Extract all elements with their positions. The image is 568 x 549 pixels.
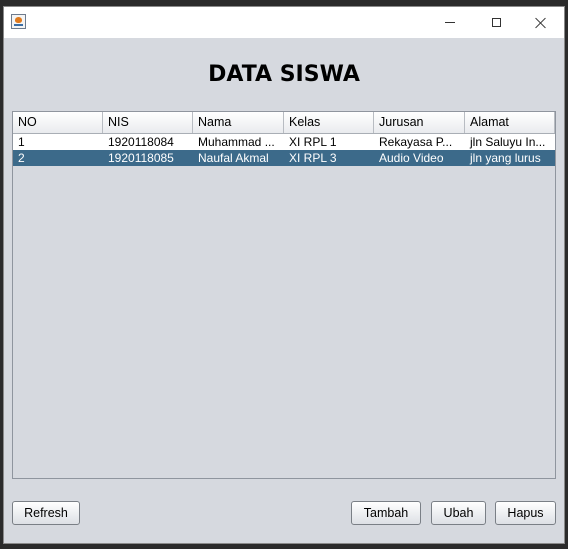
minimize-icon bbox=[445, 22, 455, 23]
cell-alamat: jln yang lurus bbox=[470, 151, 541, 165]
cell-alamat: jln Saluyu In... bbox=[470, 135, 546, 149]
column-header-alamat[interactable]: Alamat bbox=[465, 112, 555, 133]
maximize-icon bbox=[491, 18, 501, 27]
close-icon bbox=[535, 17, 547, 29]
cell-kelas: XI RPL 3 bbox=[289, 151, 337, 165]
page-title: DATA SISWA bbox=[208, 62, 360, 87]
table-header: NO NIS Nama Kelas Jurusan Alamat bbox=[13, 112, 555, 134]
column-header-no[interactable]: NO bbox=[13, 112, 103, 133]
student-table[interactable]: NO NIS Nama Kelas Jurusan Alamat 1 19201… bbox=[12, 111, 556, 479]
hapus-button[interactable]: Hapus bbox=[495, 501, 556, 525]
column-header-jurusan[interactable]: Jurusan bbox=[374, 112, 465, 133]
tambah-button[interactable]: Tambah bbox=[351, 501, 421, 525]
cell-jurusan: Audio Video bbox=[379, 151, 444, 165]
maximize-button[interactable] bbox=[473, 7, 519, 38]
java-cup-icon bbox=[11, 14, 26, 29]
column-header-kelas[interactable]: Kelas bbox=[284, 112, 374, 133]
ubah-button[interactable]: Ubah bbox=[431, 501, 486, 525]
cell-nis: 1920118084 bbox=[108, 135, 174, 149]
app-window: DATA SISWA NO NIS Nama Kelas Jurusan Ala… bbox=[3, 6, 565, 544]
column-header-nama[interactable]: Nama bbox=[193, 112, 284, 133]
cell-nama: Naufal Akmal bbox=[198, 151, 269, 165]
table-row[interactable]: 1 1920118084 Muhammad ... XI RPL 1 Rekay… bbox=[13, 134, 555, 150]
cell-kelas: XI RPL 1 bbox=[289, 135, 337, 149]
refresh-button[interactable]: Refresh bbox=[12, 501, 80, 525]
close-button[interactable] bbox=[518, 7, 564, 38]
table-body: 1 1920118084 Muhammad ... XI RPL 1 Rekay… bbox=[13, 134, 555, 166]
cell-no: 1 bbox=[18, 135, 25, 149]
title-bar[interactable] bbox=[4, 7, 564, 38]
cell-jurusan: Rekayasa P... bbox=[379, 135, 453, 149]
column-header-nis[interactable]: NIS bbox=[103, 112, 193, 133]
table-row-selected[interactable]: 2 1920118085 Naufal Akmal XI RPL 3 Audio… bbox=[13, 150, 555, 166]
minimize-button[interactable] bbox=[427, 7, 473, 38]
cell-nama: Muhammad ... bbox=[198, 135, 275, 149]
cell-nis: 1920118085 bbox=[108, 151, 174, 165]
cell-no: 2 bbox=[18, 151, 25, 165]
